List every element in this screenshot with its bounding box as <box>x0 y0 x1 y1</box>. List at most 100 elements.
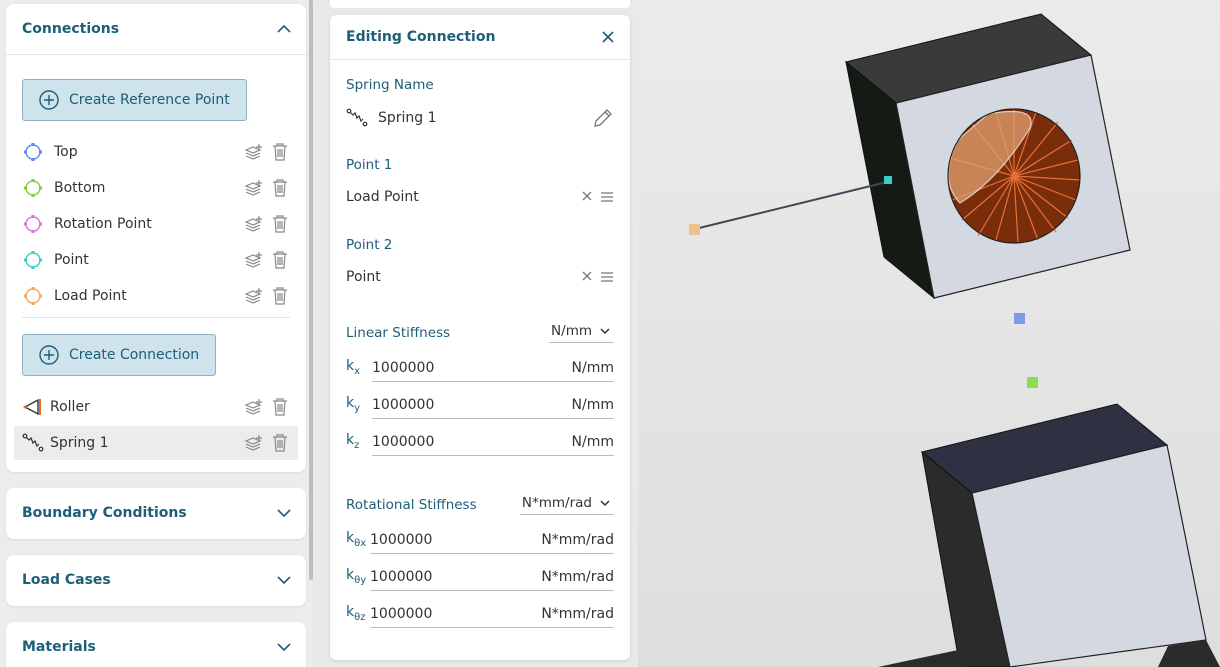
bottom-marker[interactable] <box>1027 377 1038 388</box>
ktx-value: 1000000 <box>370 531 433 548</box>
ref-point-label: Load Point <box>54 288 127 304</box>
ky-value: 1000000 <box>372 396 435 413</box>
ky-input[interactable]: 1000000 N/mm <box>372 391 614 419</box>
materials-header[interactable]: Materials <box>6 622 306 667</box>
spring-icon <box>22 432 44 454</box>
ky-symbol: ky <box>346 395 361 414</box>
materials-card[interactable]: Materials <box>6 622 306 667</box>
kz-value: 1000000 <box>372 433 435 450</box>
close-icon[interactable] <box>600 29 616 45</box>
ref-point-load[interactable]: Load Point <box>14 279 298 313</box>
layers-add-icon[interactable] <box>244 433 264 453</box>
load-cases-header[interactable]: Load Cases <box>6 555 306 605</box>
rotational-unit-select[interactable]: N*mm/rad <box>519 491 614 515</box>
model-canvas[interactable] <box>638 0 1220 667</box>
menu-icon[interactable] <box>600 271 614 283</box>
chevron-down-icon[interactable] <box>276 505 292 521</box>
ktx-unit: N*mm/rad <box>541 531 614 548</box>
kz-symbol: kz <box>346 432 360 451</box>
layers-add-icon[interactable] <box>244 286 264 306</box>
connections-header[interactable]: Connections <box>6 4 306 54</box>
ref-point-point[interactable]: Point <box>14 243 298 277</box>
reference-point-icon <box>22 141 44 163</box>
layers-add-icon[interactable] <box>244 214 264 234</box>
ref-point-top[interactable]: Top <box>14 135 298 169</box>
boundary-conditions-header[interactable]: Boundary Conditions <box>6 488 306 538</box>
trash-icon[interactable] <box>270 178 290 198</box>
trash-icon[interactable] <box>270 286 290 306</box>
sidebar: Connections Create Reference Point Top B… <box>0 0 313 667</box>
linear-stiffness-label: Linear Stiffness <box>346 325 451 341</box>
linear-unit-value: N/mm <box>551 322 592 339</box>
kz-input[interactable]: 1000000 N/mm <box>372 428 614 456</box>
menu-icon[interactable] <box>600 191 614 203</box>
ref-point-label: Top <box>54 144 78 160</box>
kx-unit: N/mm <box>571 359 614 376</box>
ref-point-rotation[interactable]: Rotation Point <box>14 207 298 241</box>
linear-unit-select[interactable]: N/mm <box>549 319 614 343</box>
reference-point-icon <box>22 177 44 199</box>
layers-add-icon[interactable] <box>244 142 264 162</box>
editing-connection-panel: Editing Connection Spring Name Spring 1 … <box>330 15 630 660</box>
spring-name-value: Spring 1 <box>378 110 437 126</box>
trash-icon[interactable] <box>270 250 290 270</box>
point1-value: Load Point <box>346 189 419 205</box>
connection-spring-1[interactable]: Spring 1 <box>14 426 298 460</box>
boundary-conditions-card[interactable]: Boundary Conditions <box>6 488 306 539</box>
point1-label: Point 1 <box>346 157 393 173</box>
create-connection-button[interactable]: Create Connection <box>22 334 217 376</box>
ky-row: ky 1000000 N/mm <box>346 391 614 419</box>
kz-unit: N/mm <box>571 433 614 450</box>
connection-label: Spring 1 <box>50 435 109 451</box>
kty-unit: N*mm/rad <box>541 568 614 585</box>
chevron-up-icon[interactable] <box>276 21 292 37</box>
trash-icon[interactable] <box>270 397 290 417</box>
load-cases-title: Load Cases <box>22 572 111 588</box>
load-cases-card[interactable]: Load Cases <box>6 555 306 606</box>
ky-unit: N/mm <box>571 396 614 413</box>
create-reference-point-button[interactable]: Create Reference Point <box>22 79 247 121</box>
sidebar-scrollbar[interactable] <box>309 0 313 580</box>
ktz-value: 1000000 <box>370 605 433 622</box>
ktx-input[interactable]: 1000000 N*mm/rad <box>370 526 614 554</box>
connection-label: Roller <box>50 399 90 415</box>
kty-symbol: kθy <box>346 567 367 586</box>
spring-name-label: Spring Name <box>346 77 434 93</box>
rotational-stiffness-label: Rotational Stiffness <box>346 497 477 513</box>
create-reference-point-label: Create Reference Point <box>69 92 230 108</box>
edit-pencil-icon[interactable] <box>592 107 614 129</box>
connection-roller[interactable]: Roller <box>14 390 298 424</box>
trash-icon[interactable] <box>270 433 290 453</box>
point2-value: Point <box>346 269 381 285</box>
kx-input[interactable]: 1000000 N/mm <box>372 354 614 382</box>
ktz-input[interactable]: 1000000 N*mm/rad <box>370 600 614 628</box>
chevron-down-icon[interactable] <box>276 572 292 588</box>
ktz-symbol: kθz <box>346 604 366 623</box>
layers-add-icon[interactable] <box>244 397 264 417</box>
add-circle-icon <box>39 90 59 110</box>
kx-row: kx 1000000 N/mm <box>346 354 614 382</box>
divider <box>6 54 306 55</box>
trash-icon[interactable] <box>270 214 290 234</box>
spring-icon <box>346 107 368 129</box>
chevron-down-icon[interactable] <box>276 639 292 655</box>
layers-add-icon[interactable] <box>244 178 264 198</box>
clear-icon[interactable] <box>582 191 594 203</box>
clear-icon[interactable] <box>582 271 594 283</box>
top-marker[interactable] <box>1014 313 1025 324</box>
point1-row[interactable]: Load Point <box>346 183 614 211</box>
point2-label: Point 2 <box>346 237 393 253</box>
connections-card: Connections Create Reference Point Top B… <box>6 4 306 472</box>
layers-add-icon[interactable] <box>244 250 264 270</box>
kty-input[interactable]: 1000000 N*mm/rad <box>370 563 614 591</box>
kty-value: 1000000 <box>370 568 433 585</box>
create-connection-label: Create Connection <box>69 347 200 363</box>
roller-icon <box>22 396 44 418</box>
3d-viewport[interactable] <box>638 0 1220 667</box>
point2-row[interactable]: Point <box>346 263 614 291</box>
trash-icon[interactable] <box>270 142 290 162</box>
point-marker[interactable] <box>884 176 892 184</box>
ref-point-bottom[interactable]: Bottom <box>14 171 298 205</box>
load-point-marker[interactable] <box>689 224 700 235</box>
rotational-unit-value: N*mm/rad <box>521 494 592 511</box>
